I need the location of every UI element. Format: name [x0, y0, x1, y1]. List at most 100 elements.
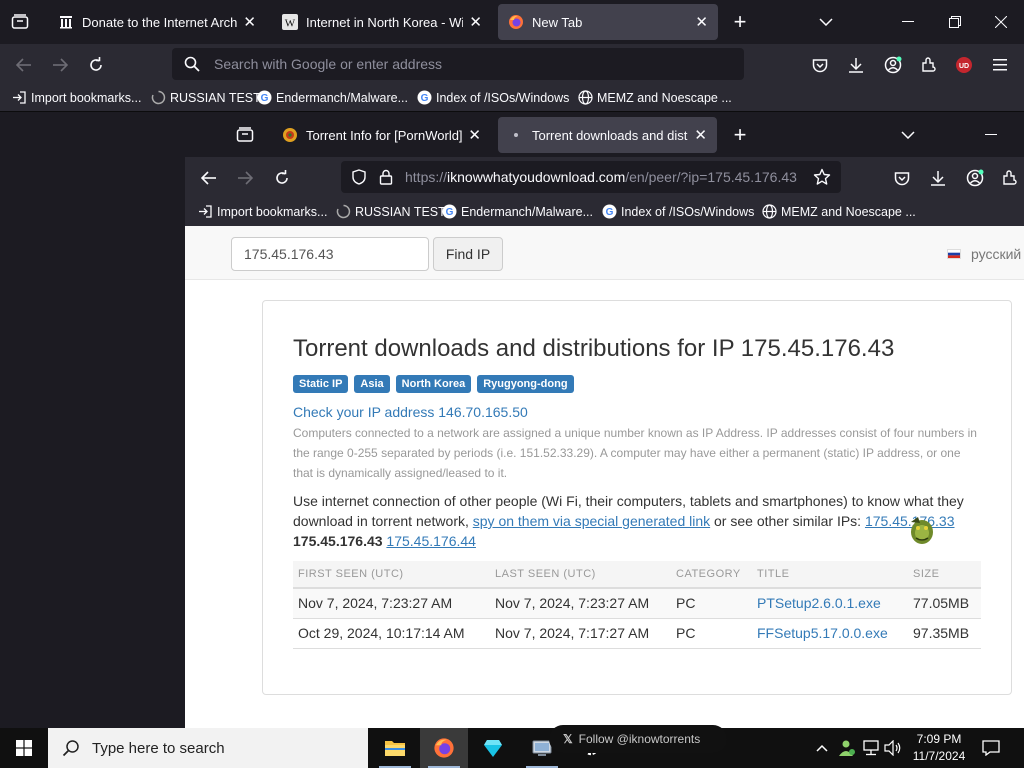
minimize-icon[interactable] — [979, 125, 1003, 145]
bookmark-russian-test[interactable]: RUSSIAN TEST — [336, 204, 446, 219]
bookmark-label: Endermanch/Malware... — [461, 204, 594, 219]
tab-title: Donate to the Internet Archive! — [82, 14, 238, 30]
minimize-icon[interactable] — [896, 12, 920, 32]
taskbar-search-box[interactable]: Type here to search — [48, 728, 368, 768]
notifications-icon[interactable] — [980, 738, 1002, 758]
title-link[interactable]: PTSetup2.6.0.1.exe — [752, 588, 908, 619]
column-header: LAST SEEN (UTC) — [490, 561, 671, 589]
find-ip-button[interactable]: Find IP — [433, 237, 503, 271]
bookmark-endermanch[interactable]: G Endermanch/Malware... — [257, 90, 408, 105]
page-title: Torrent downloads and distributions for … — [293, 335, 895, 362]
tab-donate[interactable]: Donate to the Internet Archive! ✕ — [48, 4, 266, 40]
account-icon[interactable] — [963, 167, 987, 189]
tab-torrent-downloads[interactable]: Torrent downloads and distribu ✕ — [498, 117, 717, 153]
x-logo-icon: 𝕏 — [563, 732, 573, 746]
list-tabs-chevron-icon[interactable] — [814, 12, 838, 32]
tab-new-tab[interactable]: New Tab ✕ — [498, 4, 718, 40]
ublock-extension-icon[interactable]: UD — [954, 56, 974, 74]
tracking-protection-shield-icon[interactable] — [351, 169, 367, 185]
bookmark-label: Index of /ISOs/Windows — [436, 90, 570, 105]
ip-search-input[interactable]: 175.45.176.43 — [231, 237, 429, 271]
dot-icon — [508, 127, 524, 143]
reload-icon[interactable] — [270, 167, 294, 189]
bookmark-isos[interactable]: G Index of /ISOs/Windows — [417, 90, 569, 105]
downloads-icon[interactable] — [926, 167, 950, 189]
windows-start-icon[interactable] — [0, 728, 48, 768]
clock-time: 7:09 PM — [916, 732, 962, 746]
title-link[interactable]: FFSetup5.17.0.0.exe — [752, 618, 908, 649]
close-tab-icon[interactable]: ✕ — [695, 13, 708, 31]
last-seen-cell: Nov 7, 2024, 7:17:27 AM — [490, 618, 671, 649]
forward-arrow-icon[interactable] — [48, 54, 72, 76]
close-window-icon[interactable] — [989, 12, 1013, 32]
import-icon — [198, 204, 213, 219]
bookmark-isos[interactable]: G Index of /ISOs/Windows — [602, 204, 754, 219]
reload-icon[interactable] — [84, 54, 108, 76]
bookmark-import[interactable]: Import bookmarks... — [198, 204, 327, 219]
close-tab-icon[interactable]: ✕ — [469, 13, 482, 31]
new-tab-plus-icon[interactable]: + — [728, 9, 752, 34]
web-page: 175.45.176.43 Find IP русский Torrent do… — [185, 226, 1024, 728]
bookmark-russian-test[interactable]: RUSSIAN TEST — [151, 90, 261, 105]
check-ip-link[interactable]: Check your IP address 146.70.165.50 — [293, 404, 528, 420]
extensions-icon[interactable] — [917, 54, 941, 76]
intro-paragraph: Use internet connection of other people … — [293, 491, 993, 551]
inner-bookmarks-toolbar: Import bookmarks... RUSSIAN TEST G Ender… — [185, 199, 1024, 226]
hamburger-menu-icon[interactable] — [988, 54, 1012, 76]
google-icon: G — [442, 204, 457, 219]
torrent-site-icon — [282, 127, 298, 143]
bookmark-label: MEMZ and Noescape ... — [597, 90, 732, 105]
first-seen-cell: Oct 29, 2024, 10:17:14 AM — [293, 618, 490, 649]
close-tab-icon[interactable]: ✕ — [243, 13, 256, 31]
taskbar-clock[interactable]: 7:09 PM 11/7/2024 — [908, 731, 970, 765]
list-tabs-chevron-icon[interactable] — [896, 125, 920, 145]
language-switch[interactable]: русский — [947, 246, 1021, 262]
close-tab-icon[interactable]: ✕ — [468, 126, 481, 144]
pocket-icon[interactable] — [890, 167, 914, 189]
bookmark-label: Import bookmarks... — [217, 204, 328, 219]
label-static-ip: Static IP — [293, 375, 349, 393]
follow-twitter-popup[interactable]: 𝕏 Follow @iknowtorrents — [549, 725, 727, 753]
back-arrow-icon[interactable] — [12, 54, 36, 76]
close-tab-icon[interactable]: ✕ — [694, 126, 707, 144]
extensions-icon[interactable] — [998, 167, 1022, 189]
gem-app-icon[interactable] — [469, 728, 517, 768]
firefox-taskbar-icon[interactable] — [420, 728, 468, 768]
firefox-view-icon[interactable] — [233, 125, 257, 145]
bookmark-label: MEMZ and Noescape ... — [781, 204, 916, 219]
google-icon: G — [417, 90, 432, 105]
network-icon[interactable] — [862, 739, 880, 757]
label-region: Asia — [354, 375, 390, 393]
globe-icon — [762, 204, 777, 219]
tab-wikipedia[interactable]: W Internet in North Korea - Wikipedia ✕ — [272, 4, 492, 40]
url-prefix: https:// — [405, 169, 448, 185]
forward-arrow-icon[interactable] — [233, 167, 257, 189]
tab-torrent-info[interactable]: Torrent Info for [PornWorld] Ed ✕ — [272, 117, 491, 153]
table-row: Oct 29, 2024, 10:17:14 AM Nov 7, 2024, 7… — [293, 618, 981, 649]
lock-icon[interactable] — [379, 169, 393, 185]
show-hidden-icons-chevron[interactable] — [814, 740, 830, 756]
outer-address-bar[interactable]: Search with Google or enter address — [172, 48, 744, 80]
extension-badge-text: UD — [959, 63, 969, 70]
account-icon[interactable] — [881, 54, 905, 76]
file-explorer-icon[interactable] — [371, 728, 419, 768]
back-arrow-icon[interactable] — [197, 167, 221, 189]
firefox-view-icon[interactable] — [8, 12, 32, 32]
restore-icon[interactable] — [943, 12, 967, 32]
table-row: Nov 7, 2024, 7:23:27 AM Nov 7, 2024, 7:2… — [293, 588, 981, 619]
volume-icon[interactable] — [884, 739, 902, 757]
bookmark-memz[interactable]: MEMZ and Noescape ... — [578, 90, 732, 105]
bookmark-label: RUSSIAN TEST — [170, 90, 261, 105]
bookmark-endermanch[interactable]: G Endermanch/Malware... — [442, 204, 593, 219]
bookmark-memz[interactable]: MEMZ and Noescape ... — [762, 204, 916, 219]
spy-link[interactable]: spy on them via special generated link — [473, 513, 710, 529]
inner-address-bar[interactable]: https://iknowwhatyoudownload.com/en/peer… — [341, 161, 841, 193]
downloads-icon[interactable] — [844, 54, 868, 76]
bookmark-import[interactable]: Import bookmarks... — [12, 90, 141, 105]
people-tray-icon[interactable] — [838, 738, 856, 758]
last-seen-cell: Nov 7, 2024, 7:23:27 AM — [490, 588, 671, 619]
similar-ip-link[interactable]: 175.45.176.44 — [386, 533, 476, 549]
pocket-icon[interactable] — [808, 54, 832, 76]
new-tab-plus-icon[interactable]: + — [728, 122, 752, 147]
bookmark-star-icon[interactable] — [813, 168, 831, 186]
